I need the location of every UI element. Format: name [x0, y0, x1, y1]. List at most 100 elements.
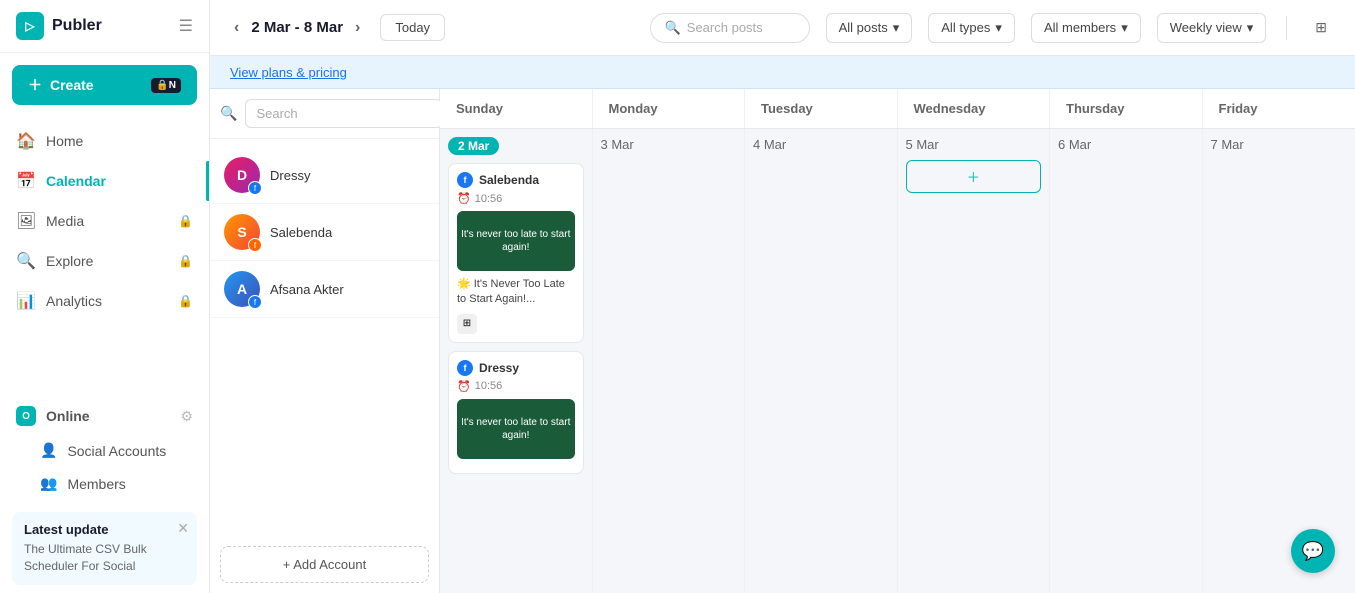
- post-card-salebenda[interactable]: f Salebenda ⏰ 10:56 It's never too late …: [448, 163, 584, 343]
- day-col-wed: 5 Mar ＋: [898, 129, 1051, 593]
- account-search-input[interactable]: [245, 99, 443, 128]
- members-label: Members: [67, 476, 125, 492]
- close-icon[interactable]: ✕: [177, 520, 189, 537]
- sidebar-item-media-label: Media: [46, 213, 84, 229]
- sidebar-header: ▷ Publer ☰: [0, 0, 209, 53]
- prev-arrow[interactable]: ‹: [230, 15, 243, 41]
- sidebar-item-calendar-label: Calendar: [46, 173, 106, 189]
- sidebar-item-analytics[interactable]: 📊 Analytics 🔒: [0, 281, 209, 321]
- calendar-grid: Sunday Monday Tuesday Wednesday Thursday…: [440, 89, 1355, 593]
- post-text-salebenda: 🌟 It's Never Too Late to Start Again!...: [457, 277, 575, 308]
- day-col-sun: 2 Mar f Salebenda ⏰ 10:56 It's never too…: [440, 129, 593, 593]
- time-value-dressy: 10:56: [475, 380, 503, 392]
- social-accounts-icon: 👤: [40, 442, 57, 459]
- avatar-wrap-salebenda: S f: [224, 214, 260, 250]
- day-number-fri: 7 Mar: [1211, 137, 1348, 152]
- header-friday: Friday: [1203, 89, 1355, 128]
- account-item-dressy[interactable]: D f Dressy: [210, 147, 439, 204]
- account-item-afsana[interactable]: A f Afsana Akter: [210, 261, 439, 318]
- latest-update-card: ✕ Latest update The Ultimate CSV Bulk Sc…: [12, 512, 197, 585]
- all-posts-filter[interactable]: All posts ▾: [826, 13, 913, 43]
- account-list: D f Dressy S f Salebenda A f: [210, 139, 439, 536]
- post-card-dressy[interactable]: f Dressy ⏰ 10:56 It's never too late to …: [448, 351, 584, 474]
- avatar-wrap-afsana: A f: [224, 271, 260, 307]
- post-time-salebenda: ⏰ 10:56: [457, 192, 575, 205]
- online-header[interactable]: O Online ⚙: [16, 398, 193, 434]
- create-label: Create: [50, 77, 94, 93]
- logo[interactable]: ▷ Publer: [16, 12, 102, 40]
- weekly-view-filter[interactable]: Weekly view ▾: [1157, 13, 1267, 43]
- view-plans-link[interactable]: View plans & pricing: [230, 65, 347, 80]
- nav-items: 🏠 Home 📅 Calendar 🖼 Media 🔒 🔍 Explore 🔒 …: [0, 117, 209, 394]
- day-number-mon: 3 Mar: [601, 137, 737, 152]
- filter-settings-icon[interactable]: ⊞: [1307, 13, 1335, 42]
- header-monday: Monday: [593, 89, 746, 128]
- header-thursday: Thursday: [1050, 89, 1203, 128]
- next-arrow[interactable]: ›: [351, 15, 364, 41]
- day-col-tue: 4 Mar: [745, 129, 898, 593]
- all-posts-label: All posts: [839, 20, 888, 35]
- add-post-button-wed[interactable]: ＋: [906, 160, 1042, 193]
- all-members-filter[interactable]: All members ▾: [1031, 13, 1141, 43]
- sidebar-item-home[interactable]: 🏠 Home: [0, 121, 209, 161]
- sidebar-item-media[interactable]: 🖼 Media 🔒: [0, 201, 209, 241]
- analytics-icon: 📊: [16, 291, 36, 311]
- sidebar-item-analytics-label: Analytics: [46, 293, 102, 309]
- social-badge-afsana: f: [248, 295, 262, 309]
- hamburger-icon[interactable]: ☰: [179, 16, 193, 36]
- calendar-icon: 📅: [16, 171, 36, 191]
- post-header: f Salebenda: [457, 172, 575, 188]
- online-section: O Online ⚙ 👤 Social Accounts 👥 Members: [0, 394, 209, 504]
- analytics-lock-icon: 🔒: [178, 294, 193, 308]
- main-content: ‹ 2 Mar - 8 Mar › Today 🔍 Search posts A…: [210, 0, 1355, 593]
- latest-update-title: Latest update: [24, 522, 185, 537]
- day-badge-2mar: 2 Mar: [448, 137, 499, 155]
- all-types-filter[interactable]: All types ▾: [928, 13, 1015, 43]
- post-footer: ⊞: [457, 314, 575, 334]
- day-col-thu: 6 Mar: [1050, 129, 1203, 593]
- create-plus-icon: ＋: [28, 75, 42, 95]
- calendar-header: Sunday Monday Tuesday Wednesday Thursday…: [440, 89, 1355, 129]
- create-button[interactable]: ＋ Create 🔒N: [12, 65, 197, 105]
- media-icon: 🖼: [16, 211, 36, 231]
- online-label: O Online: [16, 406, 90, 426]
- gear-icon[interactable]: ⚙: [180, 408, 193, 425]
- sidebar-item-explore[interactable]: 🔍 Explore 🔒: [0, 241, 209, 281]
- sidebar: ▷ Publer ☰ ＋ Create 🔒N 🏠 Home 📅 Calendar…: [0, 0, 210, 593]
- search-icon: 🔍: [665, 20, 681, 36]
- sidebar-item-social-accounts[interactable]: 👤 Social Accounts: [24, 434, 193, 467]
- day-number-tue: 4 Mar: [753, 137, 889, 152]
- post-time-dressy: ⏰ 10:56: [457, 380, 575, 393]
- add-account-button[interactable]: + Add Account: [220, 546, 429, 583]
- upgrade-banner: View plans & pricing: [210, 56, 1355, 89]
- header-sunday: Sunday: [440, 89, 593, 128]
- all-posts-chevron: ▾: [893, 20, 900, 36]
- explore-icon: 🔍: [16, 251, 36, 271]
- day-col-mon: 3 Mar: [593, 129, 746, 593]
- post-header-dressy: f Dressy: [457, 360, 575, 376]
- online-text: Online: [46, 408, 90, 424]
- account-panel: 🔍 ▾ D f Dressy S f Salebenda: [210, 89, 440, 593]
- social-badge-dressy: f: [248, 181, 262, 195]
- media-lock-icon: 🔒: [178, 214, 193, 228]
- account-name-dressy: Dressy: [270, 168, 310, 183]
- date-range: 2 Mar - 8 Mar: [251, 19, 343, 36]
- sidebar-item-calendar[interactable]: 📅 Calendar: [0, 161, 209, 201]
- account-search-icon: 🔍: [220, 105, 237, 122]
- account-search-bar: 🔍 ▾: [210, 89, 439, 139]
- filter-separator: [1286, 16, 1287, 40]
- all-types-label: All types: [941, 20, 990, 35]
- account-name-afsana: Afsana Akter: [270, 282, 344, 297]
- chat-button[interactable]: 💬: [1291, 529, 1335, 573]
- sidebar-item-members[interactable]: 👥 Members: [24, 467, 193, 500]
- search-posts-input[interactable]: 🔍 Search posts: [650, 13, 810, 43]
- calendar-area: 🔍 ▾ D f Dressy S f Salebenda: [210, 89, 1355, 593]
- sidebar-item-explore-label: Explore: [46, 253, 93, 269]
- chat-icon: 💬: [1302, 541, 1324, 562]
- social-badge-salebenda: f: [248, 238, 262, 252]
- logo-icon: ▷: [16, 12, 44, 40]
- clock-icon: ⏰: [457, 192, 471, 205]
- account-item-salebenda[interactable]: S f Salebenda: [210, 204, 439, 261]
- header-tuesday: Tuesday: [745, 89, 898, 128]
- today-button[interactable]: Today: [380, 14, 445, 41]
